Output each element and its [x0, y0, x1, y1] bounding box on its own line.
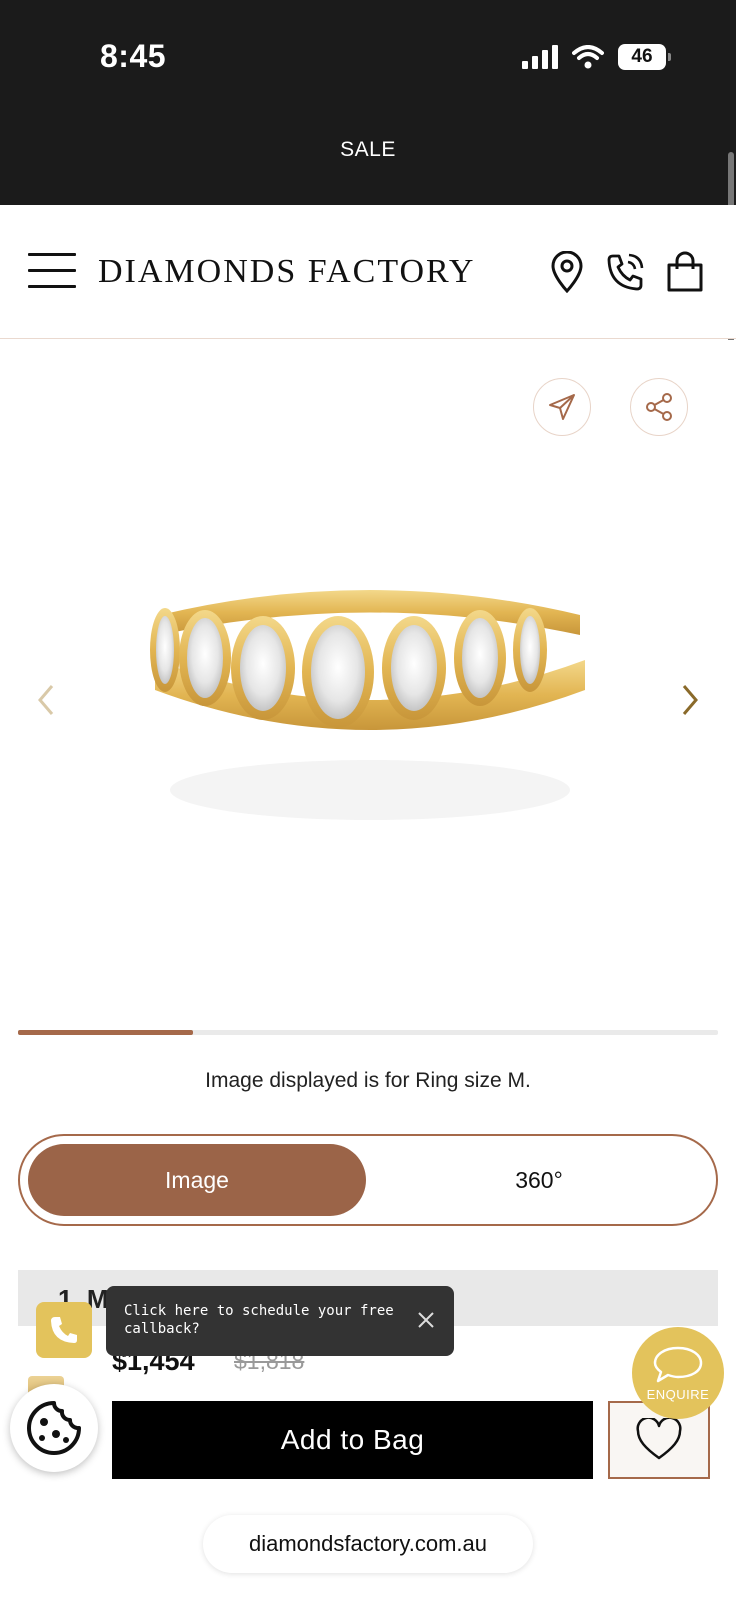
chat-bubble-icon	[653, 1346, 703, 1382]
close-icon[interactable]	[414, 1308, 438, 1332]
chevron-left-icon	[38, 685, 54, 715]
browser-url-bar[interactable]: diamondsfactory.com.au	[203, 1515, 533, 1573]
next-image-button[interactable]	[670, 680, 710, 720]
image-view-button[interactable]: Image	[28, 1144, 366, 1216]
wifi-icon	[572, 45, 604, 69]
ring-size-note: Image displayed is for Ring size M.	[205, 1069, 531, 1092]
chevron-right-icon	[682, 685, 698, 715]
product-image	[130, 540, 610, 840]
heart-icon	[636, 1418, 682, 1460]
site-header: DIAMONDS FACTORY	[0, 205, 736, 339]
shopping-bag-icon[interactable]	[664, 251, 706, 293]
add-to-bag-button[interactable]: Add to Bag	[112, 1401, 593, 1479]
view-toggle: Image 360°	[18, 1134, 718, 1226]
send-icon	[549, 394, 575, 420]
product-gallery[interactable]	[0, 340, 736, 1030]
rotate-view-button[interactable]: 360°	[370, 1144, 708, 1216]
status-time: 8:45	[100, 38, 167, 74]
callback-tooltip-text: Click here to schedule your free callbac…	[124, 1303, 394, 1337]
phone-icon[interactable]	[604, 251, 646, 293]
send-button[interactable]	[533, 378, 591, 436]
location-icon[interactable]	[546, 251, 588, 293]
callback-tooltip[interactable]: Click here to schedule your free callbac…	[106, 1286, 454, 1356]
sale-banner[interactable]: SALE	[0, 138, 736, 162]
enquire-label: ENQUIRE	[646, 1386, 710, 1402]
screen: 8:45 46 SALE DIAMONDS FACTORY Image disp…	[0, 0, 736, 1600]
site-logo[interactable]: DIAMONDS FACTORY	[98, 253, 475, 291]
prev-image-button[interactable]	[26, 680, 66, 720]
ring-image	[150, 590, 585, 820]
gallery-progress-fill	[18, 1030, 193, 1035]
menu-icon[interactable]	[28, 253, 76, 293]
cookie-icon	[27, 1401, 81, 1455]
top-bar: 8:45 46 SALE	[0, 0, 736, 205]
cookie-settings-button[interactable]	[10, 1384, 98, 1472]
enquire-button[interactable]: ENQUIRE	[632, 1327, 724, 1419]
battery-icon: 46	[618, 44, 671, 70]
signal-icon	[522, 45, 558, 69]
status-icons: 46	[522, 44, 671, 70]
share-button[interactable]	[630, 378, 688, 436]
phone-icon	[51, 1317, 77, 1343]
share-icon	[646, 393, 672, 421]
callback-button[interactable]	[36, 1302, 92, 1358]
